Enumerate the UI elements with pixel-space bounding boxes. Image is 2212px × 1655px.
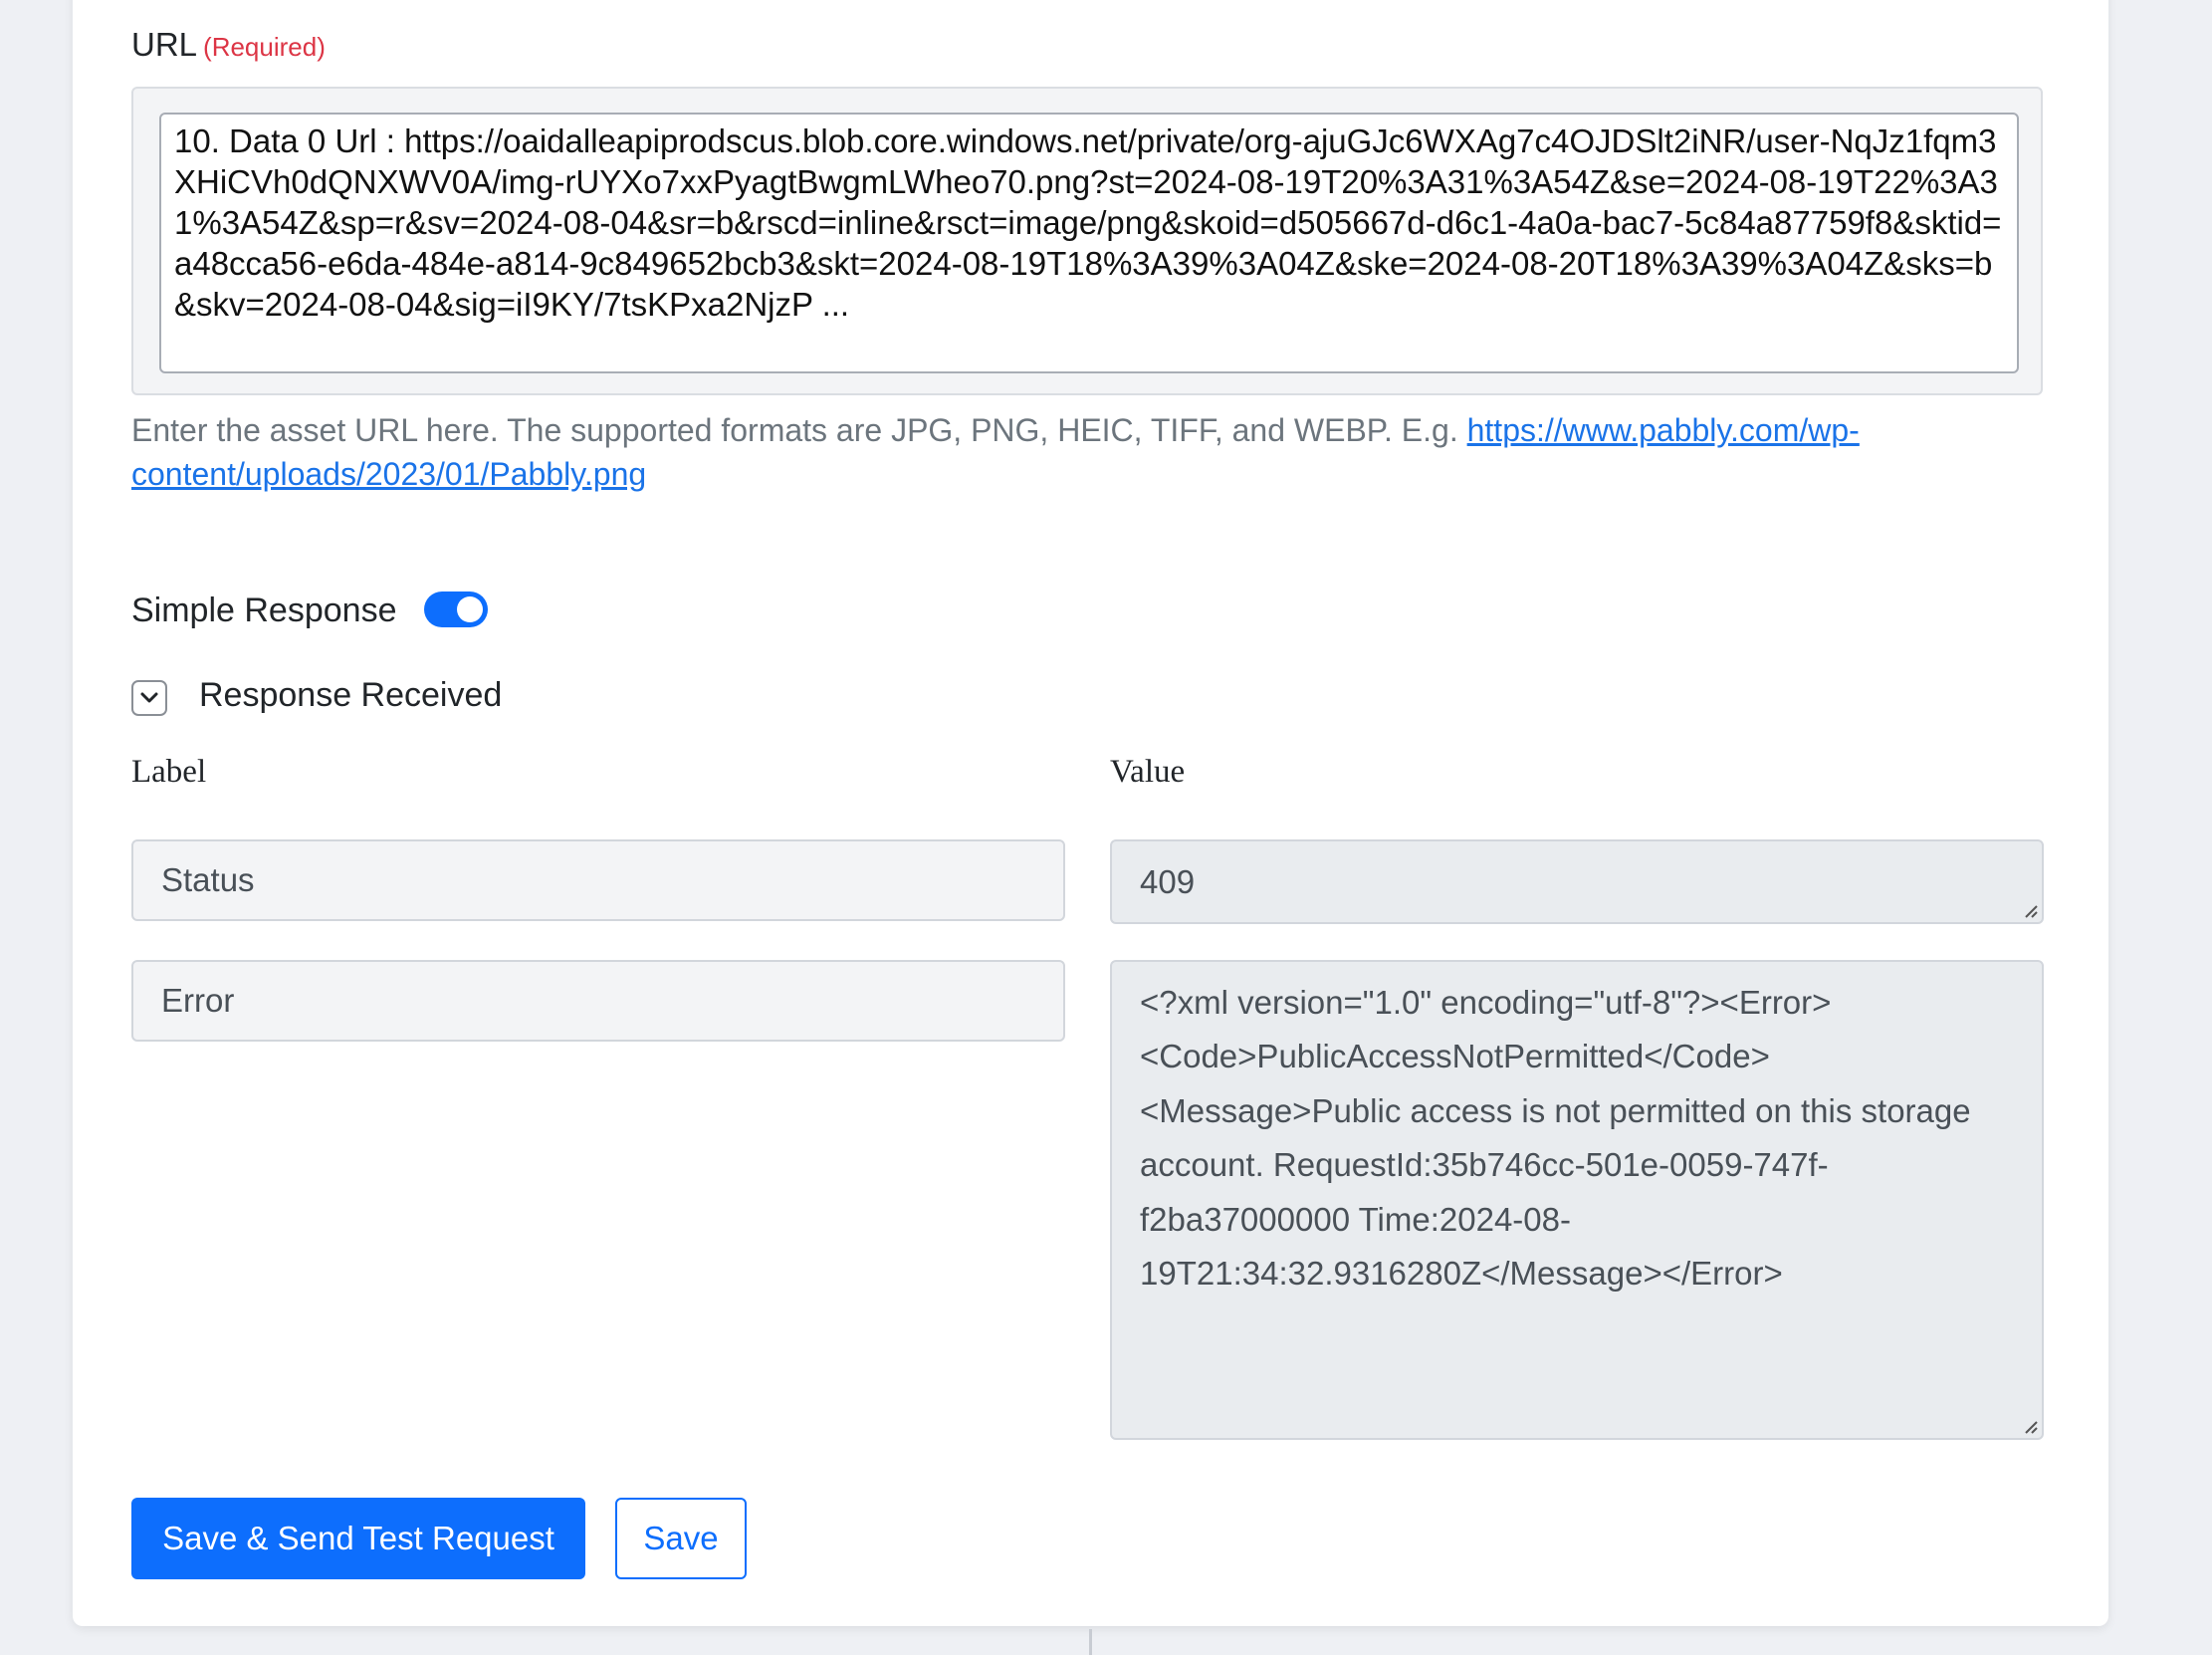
- label-column-header: Label: [131, 754, 207, 790]
- url-input[interactable]: 10. Data 0 Url : https://oaidalleapiprod…: [159, 113, 2019, 373]
- resize-grip-icon[interactable]: [2022, 1418, 2038, 1434]
- url-help-text: Enter the asset URL here. The supported …: [131, 408, 2043, 496]
- connector-line: [1089, 1629, 1092, 1655]
- status-value: 409: [1140, 862, 1196, 900]
- required-tag: (Required): [203, 32, 326, 62]
- status-value-field[interactable]: 409: [1110, 839, 2044, 924]
- value-column-header: Value: [1110, 754, 1186, 790]
- error-label-input[interactable]: Error: [131, 960, 1065, 1042]
- url-label-text: URL: [131, 26, 198, 63]
- resize-grip-icon[interactable]: [2022, 902, 2038, 918]
- simple-response-toggle[interactable]: [424, 591, 488, 627]
- toggle-knob: [457, 596, 483, 622]
- error-value-field[interactable]: <?xml version="1.0" encoding="utf-8"?><E…: [1110, 960, 2044, 1440]
- save-and-send-test-request-button[interactable]: Save & Send Test Request: [131, 1498, 585, 1579]
- save-button[interactable]: Save: [615, 1498, 747, 1579]
- response-received-label: Response Received: [199, 676, 503, 714]
- help-text: Enter the asset URL here. The supported …: [131, 412, 1458, 448]
- error-value: <?xml version="1.0" encoding="utf-8"?><E…: [1140, 984, 1971, 1293]
- url-field-container: 10. Data 0 Url : https://oaidalleapiprod…: [131, 87, 2043, 395]
- simple-response-label: Simple Response: [131, 591, 397, 629]
- url-field-label: URL (Required): [131, 26, 326, 64]
- response-collapse-button[interactable]: [131, 680, 167, 716]
- chevron-down-icon: [140, 692, 158, 703]
- status-label-input[interactable]: Status: [131, 839, 1065, 921]
